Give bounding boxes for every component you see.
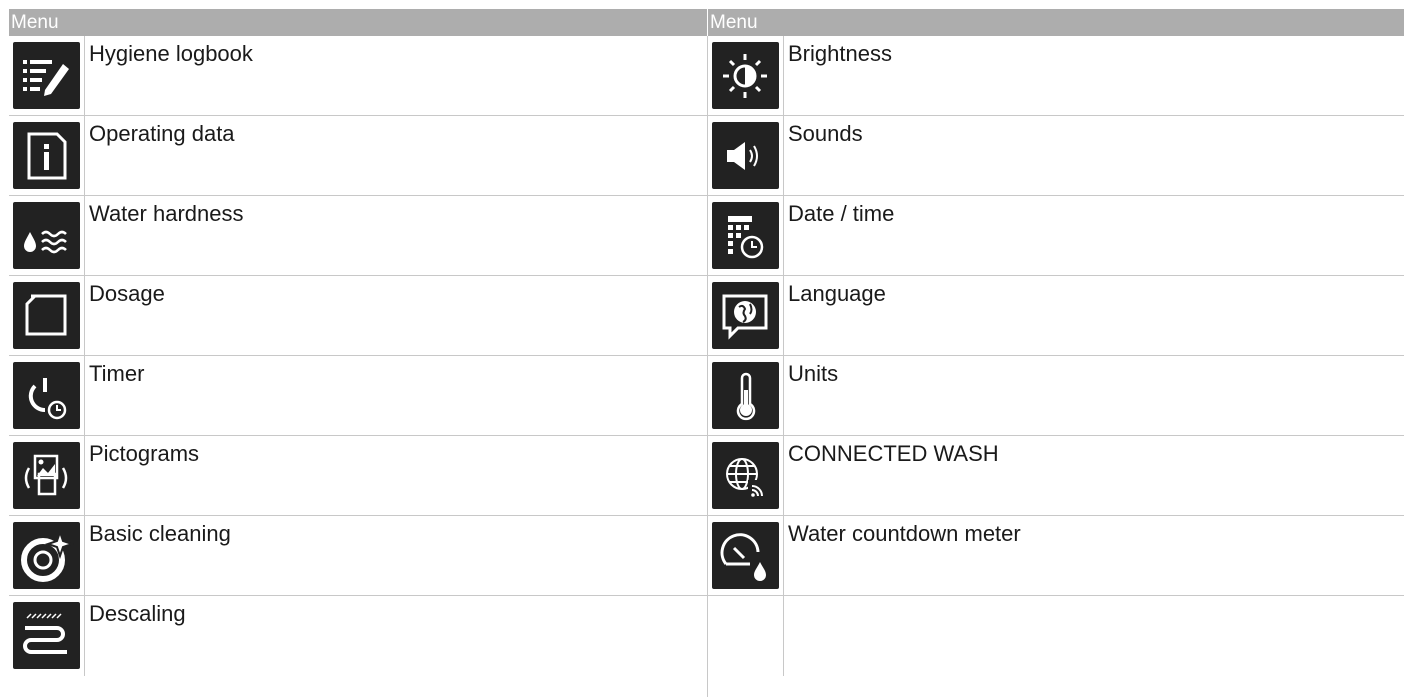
menu-item-sounds[interactable]: Sounds: [708, 116, 1404, 196]
menu-item-label: Sounds: [788, 121, 863, 146]
menu-item-label: Hygiene logbook: [89, 41, 253, 66]
menu-item-hygiene-logbook[interactable]: Hygiene logbook: [9, 36, 707, 116]
menu-item-label: Units: [788, 361, 839, 386]
menu-column-left: Menu Hygiene logbook Operating data Wate…: [9, 9, 707, 676]
calendar-clock-icon: [712, 202, 779, 269]
menu-item-label: Brightness: [788, 41, 892, 66]
menu-item-label: Operating data: [89, 121, 235, 146]
speaker-icon: [712, 122, 779, 189]
menu-item-operating-data[interactable]: Operating data: [9, 116, 707, 196]
water-meter-icon: [712, 522, 779, 589]
timer-icon: [13, 362, 80, 429]
dosage-icon: [13, 282, 80, 349]
menu-item-label: CONNECTED WASH: [788, 441, 999, 466]
menu-item-connected-wash[interactable]: CONNECTED WASH: [708, 436, 1404, 516]
column-divider: [707, 36, 708, 697]
menu-item-pictograms[interactable]: Pictograms: [9, 436, 707, 516]
descaling-icon: [13, 602, 80, 669]
menu-item-label: Basic cleaning: [89, 521, 231, 546]
brightness-icon: [712, 42, 779, 109]
water-hardness-icon: [13, 202, 80, 269]
menu-item-label: Descaling: [89, 601, 186, 626]
menu-item-label: Water countdown meter: [788, 521, 1021, 546]
menu-item-brightness[interactable]: Brightness: [708, 36, 1404, 116]
menu-item-units[interactable]: Units: [708, 356, 1404, 436]
basic-cleaning-icon: [13, 522, 80, 589]
pictograms-icon: [13, 442, 80, 509]
menu-item-water-countdown-meter[interactable]: Water countdown meter: [708, 516, 1404, 596]
thermometer-icon: [712, 362, 779, 429]
info-icon: [13, 122, 80, 189]
globe-wifi-icon: [712, 442, 779, 509]
menu-item-dosage[interactable]: Dosage: [9, 276, 707, 356]
menu-item-label: Pictograms: [89, 441, 200, 466]
menu-item-date-time[interactable]: Date / time: [708, 196, 1404, 276]
menu-item-timer[interactable]: Timer: [9, 356, 707, 436]
menu-item-label: Date / time: [788, 201, 895, 226]
menu-item-language[interactable]: Language: [708, 276, 1404, 356]
column-header: Menu: [708, 9, 1404, 36]
menu-item-label: Timer: [89, 361, 145, 386]
menu-item-water-hardness[interactable]: Water hardness: [9, 196, 707, 276]
empty-row: [708, 596, 1404, 676]
menu-item-label: Dosage: [89, 281, 165, 306]
menu-item-basic-cleaning[interactable]: Basic cleaning: [9, 516, 707, 596]
menu-item-label: Water hardness: [89, 201, 244, 226]
hygiene-logbook-icon: [13, 42, 80, 109]
globe-speech-icon: [712, 282, 779, 349]
menu-item-label: Language: [788, 281, 886, 306]
menu-column-right: Menu Brightness Sounds Date / time Langu…: [708, 9, 1404, 676]
menu-table: Menu Hygiene logbook Operating data Wate…: [9, 9, 1404, 697]
menu-item-descaling[interactable]: Descaling: [9, 596, 707, 676]
column-header: Menu: [9, 9, 707, 36]
